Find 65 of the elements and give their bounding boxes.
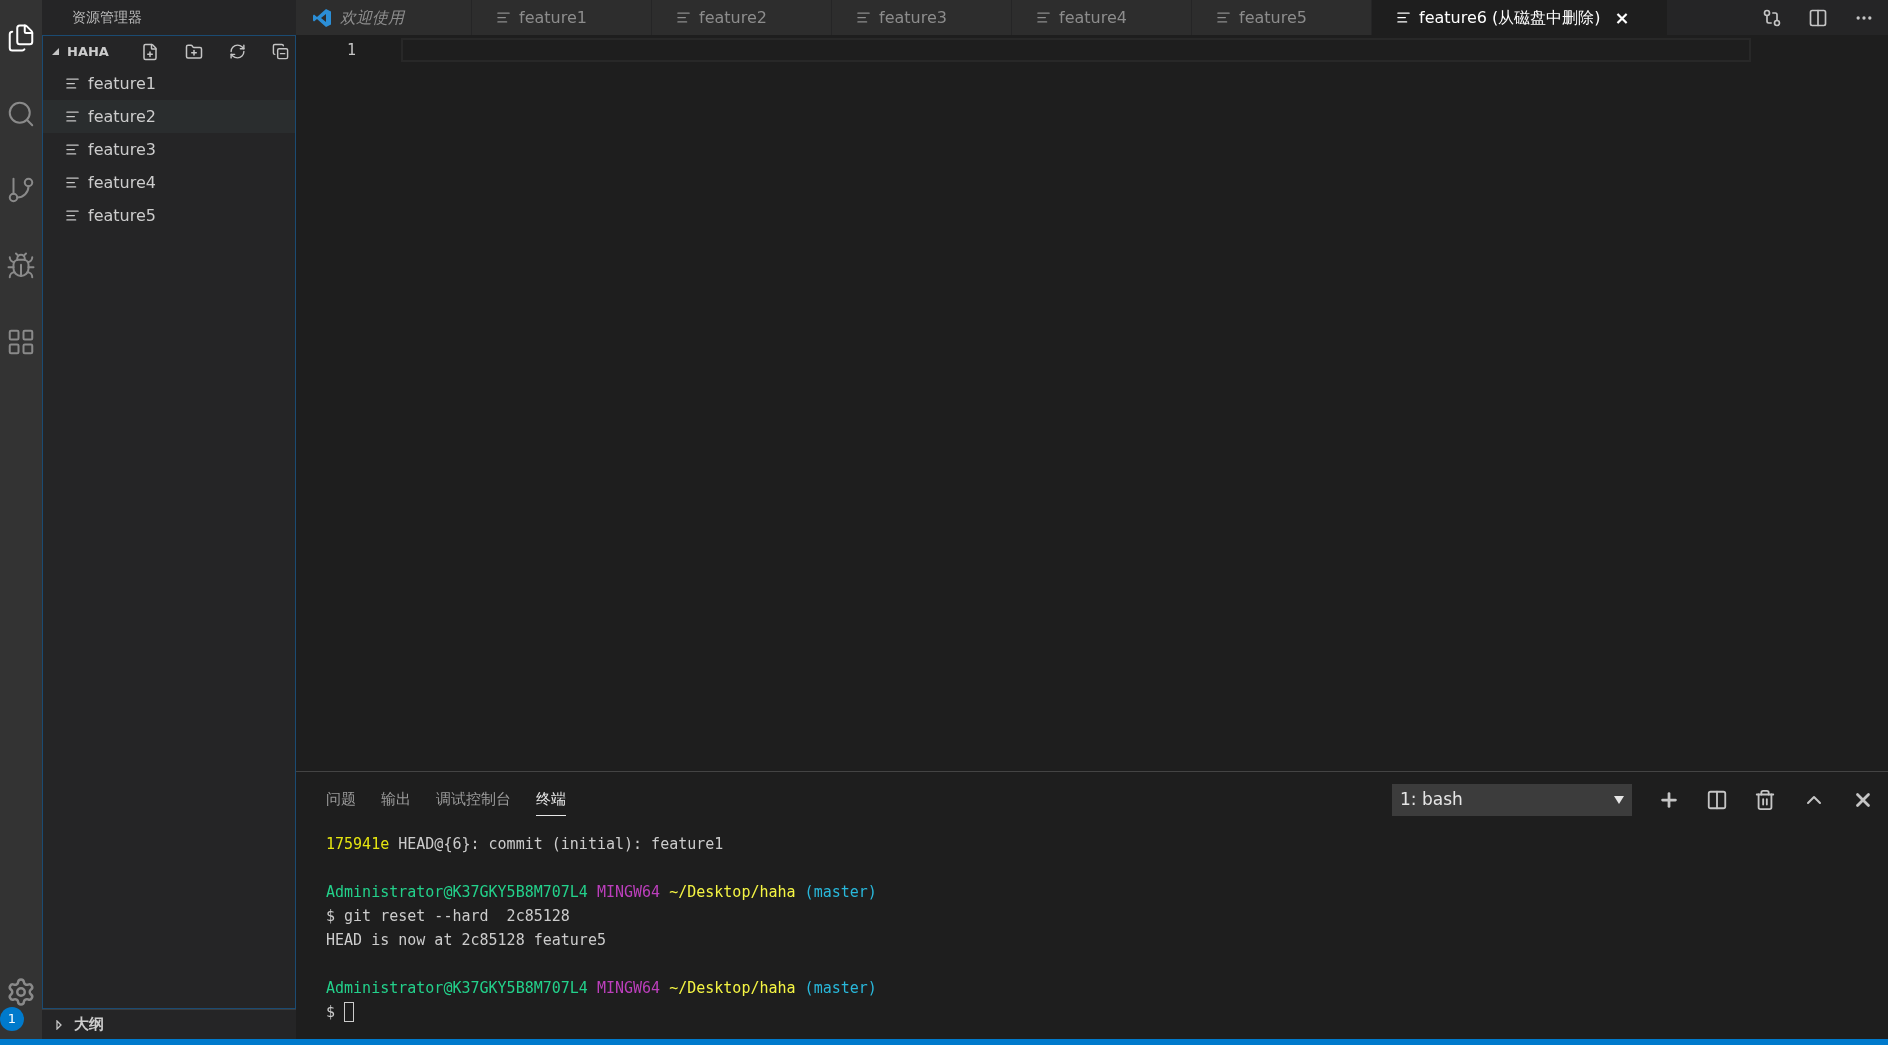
caret-icon[interactable] [54, 1019, 64, 1030]
file-icon [65, 175, 80, 190]
search-icon[interactable] [6, 99, 36, 129]
file-item[interactable]: feature5 [43, 199, 295, 232]
editor-tab[interactable]: feature1 [472, 0, 652, 35]
file-icon [65, 208, 80, 223]
file-item[interactable]: feature2 [43, 100, 295, 133]
panel-tab[interactable]: 问题 [326, 784, 356, 816]
file-icon [856, 10, 871, 25]
editor-tab[interactable]: feature5 [1192, 0, 1372, 35]
file-icon [65, 76, 80, 91]
close-tab-button[interactable]: × [1614, 4, 1630, 31]
file-icon [1036, 10, 1051, 25]
settings-icon[interactable] [6, 977, 36, 1007]
terminal-text: ~/Desktop/haha [669, 881, 796, 903]
editor-tab[interactable]: feature2 [652, 0, 832, 35]
refresh-icon[interactable] [229, 43, 246, 60]
terminal-text: HEAD is now at 2c85128 feature5 [326, 929, 606, 951]
trash-icon[interactable] [1754, 789, 1776, 811]
notification-badge: 1 [0, 1007, 24, 1031]
file-icon [65, 142, 80, 157]
terminal-text: 175941e [326, 833, 390, 855]
sidebar-title: 资源管理器 [72, 8, 142, 27]
terminal-text: MINGW64 [596, 881, 661, 903]
line-number: 1 [346, 40, 356, 61]
terminal-select[interactable]: 1: bash [1392, 784, 1632, 816]
editor-tab[interactable]: feature6 (从磁盘中删除) × [1372, 0, 1668, 35]
compare-icon[interactable] [1762, 7, 1782, 28]
grid-icon[interactable] [6, 327, 36, 357]
terminal-text: (master) [804, 977, 877, 999]
files-icon[interactable] [6, 23, 36, 53]
collapse-icon[interactable] [272, 43, 289, 60]
code-logo-icon [312, 7, 332, 28]
file-icon [496, 10, 511, 25]
terminal-text: MINGW64 [596, 977, 661, 999]
panel-tab[interactable]: 调试控制台 [436, 784, 511, 816]
panel-tab[interactable]: 输出 [381, 784, 411, 816]
file-item[interactable]: feature1 [43, 67, 295, 100]
terminal-text: Administrator@K37GKY5B8M707L4 [326, 881, 588, 903]
file-item[interactable]: feature4 [43, 166, 295, 199]
editor-tab[interactable]: feature4 [1012, 0, 1192, 35]
dropdown-icon [1614, 796, 1624, 804]
terminal-text: $ git reset --hard 2c85128 [326, 905, 570, 927]
split-terminal-icon[interactable] [1706, 789, 1728, 811]
panel-tab[interactable]: 终端 [536, 784, 566, 816]
add-icon[interactable] [1658, 789, 1680, 811]
terminal-text: $ [326, 1001, 336, 1023]
terminal-text: Administrator@K37GKY5B8M707L4 [326, 977, 588, 999]
folder-title[interactable]: HAHA [67, 41, 109, 62]
bug-icon[interactable] [6, 251, 36, 281]
file-icon [1216, 10, 1231, 25]
new-folder-icon[interactable] [185, 42, 203, 61]
file-item[interactable]: feature3 [43, 133, 295, 166]
file-icon [1396, 10, 1411, 25]
caret-icon[interactable] [51, 46, 61, 57]
terminal-text: HEAD@{6}: commit (initial): feature1 [398, 833, 724, 855]
branch-icon[interactable] [6, 175, 36, 205]
split-editor-icon[interactable] [1808, 7, 1828, 28]
editor-tab[interactable]: 欢迎使用 [296, 0, 472, 35]
file-icon [676, 10, 691, 25]
terminal-text: (master) [804, 881, 877, 903]
new-file-icon[interactable] [141, 42, 159, 61]
editor-tab[interactable]: feature3 [832, 0, 1012, 35]
terminal-text: ~/Desktop/haha [669, 977, 796, 999]
file-icon [65, 109, 80, 124]
